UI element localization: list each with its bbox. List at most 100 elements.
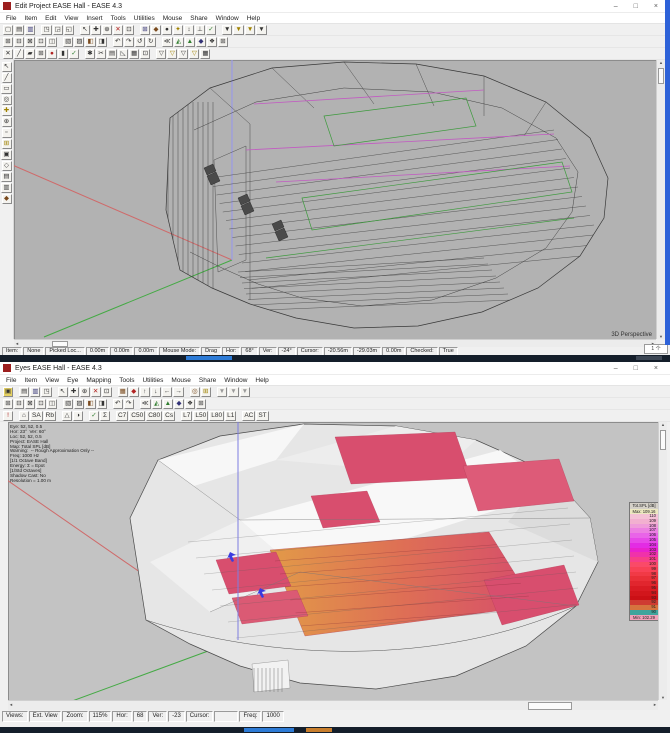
frame-icon[interactable]: ⊡: [102, 387, 112, 397]
scrollbar-thumb[interactable]: [660, 430, 666, 450]
fast-render-icon[interactable]: ≪: [162, 37, 173, 47]
minimize-button[interactable]: –: [614, 0, 618, 13]
l1-button[interactable]: L1: [225, 411, 236, 421]
menu-insert[interactable]: Insert: [82, 15, 106, 22]
menu-help[interactable]: Help: [251, 377, 272, 384]
scroll-down-icon[interactable]: ▼: [659, 695, 667, 700]
ac-button[interactable]: AC: [242, 411, 255, 421]
sheet-icon[interactable]: ▤: [107, 49, 117, 59]
scroll-up-icon[interactable]: ▲: [659, 60, 663, 65]
filter-plain-icon[interactable]: ▼: [256, 25, 266, 35]
vertical-scrollbar[interactable]: ▲ ▼: [656, 60, 665, 339]
filter-grid-icon[interactable]: ▦: [200, 49, 210, 59]
menu-share[interactable]: Share: [195, 377, 220, 384]
title-bar[interactable]: Eyes EASE Hall - EASE 4.3 – □ ×: [0, 362, 670, 375]
dot-tool-icon[interactable]: ▫: [2, 128, 12, 138]
tools-icon[interactable]: ✱: [85, 49, 95, 59]
filter-b-icon[interactable]: ▽: [167, 49, 177, 59]
snap-icon[interactable]: ⊞: [36, 49, 46, 59]
draw-line-icon[interactable]: ╱: [14, 49, 24, 59]
menu-window[interactable]: Window: [220, 377, 251, 384]
zoom-out-icon[interactable]: ⊟: [14, 37, 24, 47]
menu-view[interactable]: View: [41, 377, 63, 384]
menu-edit[interactable]: Edit: [41, 15, 60, 22]
split-view-icon[interactable]: ◫: [47, 37, 57, 47]
close-button[interactable]: ×: [654, 362, 658, 375]
hidden-line-icon[interactable]: ▨: [74, 37, 84, 47]
l7-button[interactable]: L7: [181, 411, 192, 421]
menu-item[interactable]: Item: [20, 377, 41, 384]
grid-tool-icon[interactable]: ⊞: [2, 139, 12, 149]
filter-gold-icon[interactable]: ▼: [233, 25, 243, 35]
listener-icon[interactable]: ●: [162, 25, 172, 35]
mouse-mode-icon[interactable]: ✕: [3, 49, 13, 59]
menu-file[interactable]: File: [2, 377, 20, 384]
menu-mapping[interactable]: Mapping: [82, 377, 115, 384]
draw-face-icon[interactable]: ▰: [25, 49, 35, 59]
up-icon[interactable]: ↑: [140, 387, 150, 397]
menu-mouse[interactable]: Mouse: [167, 377, 195, 384]
box-tool-icon[interactable]: ▣: [1, 150, 11, 160]
save-icon[interactable]: ▥: [30, 387, 40, 397]
minimize-button[interactable]: –: [614, 362, 618, 375]
wireframe-icon[interactable]: ▧: [63, 399, 73, 409]
menu-utilities[interactable]: Utilities: [130, 15, 159, 22]
filter-dark-icon[interactable]: ▼: [222, 25, 232, 35]
check-button[interactable]: ✓: [89, 411, 99, 421]
vertical-scrollbar[interactable]: ▲ ▼: [658, 422, 667, 700]
right-icon[interactable]: →: [173, 387, 184, 397]
menu-tools[interactable]: Tools: [115, 377, 138, 384]
check-data-icon[interactable]: ✓: [206, 25, 216, 35]
alert-button[interactable]: !: [3, 411, 13, 421]
scrollbar-thumb[interactable]: [658, 68, 664, 84]
target-icon[interactable]: ◎: [190, 387, 200, 397]
line-tool-icon[interactable]: ╱: [2, 73, 12, 83]
zoom-in-icon[interactable]: ⊞: [3, 37, 13, 47]
vertex-tool-icon[interactable]: ⊕: [2, 117, 12, 127]
menu-share[interactable]: Share: [186, 15, 211, 22]
palette-icon[interactable]: ⊞: [201, 387, 211, 397]
filter-c-icon[interactable]: ▽: [178, 49, 188, 59]
face-tool-icon[interactable]: ▭: [1, 84, 11, 94]
zoom-all-icon[interactable]: ⊡: [36, 399, 46, 409]
scroll-up-icon[interactable]: ▲: [661, 422, 665, 427]
tent-icon[interactable]: ▲: [185, 37, 195, 47]
open-icon[interactable]: ▤: [14, 25, 24, 35]
render-icon[interactable]: ▣: [3, 387, 13, 397]
scroll-right-icon[interactable]: ►: [653, 702, 657, 707]
cluster-icon[interactable]: ❖: [207, 37, 217, 47]
mesh-icon[interactable]: ▦: [129, 49, 139, 59]
zoom-all-icon[interactable]: ⊡: [36, 37, 46, 47]
delete-icon[interactable]: ✕: [113, 25, 123, 35]
prism-icon[interactable]: ◭: [174, 37, 184, 47]
orbit-icon[interactable]: ↷: [124, 399, 134, 409]
filter-2-icon[interactable]: ▼: [228, 387, 238, 397]
shade-icon[interactable]: ◨: [97, 37, 107, 47]
delta-button[interactable]: △: [62, 411, 72, 421]
scroll-left-icon[interactable]: ◄: [15, 341, 19, 346]
hidden-line-icon[interactable]: ▨: [74, 399, 84, 409]
object-icon[interactable]: ◆: [196, 37, 206, 47]
c80-button[interactable]: C80: [146, 411, 162, 421]
left-icon[interactable]: ←: [162, 387, 173, 397]
walker-icon[interactable]: ⊕: [80, 387, 90, 397]
stack-tool-icon[interactable]: ▥: [1, 183, 11, 193]
new-icon[interactable]: ▢: [3, 25, 13, 35]
zoom-window-icon[interactable]: ⊠: [25, 399, 35, 409]
object-icon[interactable]: ◆: [174, 399, 184, 409]
shade-icon[interactable]: ◨: [97, 399, 107, 409]
l80-button[interactable]: L80: [209, 411, 224, 421]
c7-button[interactable]: C7: [116, 411, 128, 421]
filter-a-icon[interactable]: ▽: [156, 49, 166, 59]
redo-icon[interactable]: ↷: [124, 37, 134, 47]
grid-icon[interactable]: ⊞: [196, 399, 206, 409]
measure-icon[interactable]: ↕: [184, 25, 194, 35]
grid-icon[interactable]: ⊞: [218, 37, 228, 47]
block-icon[interactable]: ⊡: [140, 49, 150, 59]
zoom-in-icon[interactable]: ⊞: [3, 399, 13, 409]
direct-sound-button[interactable]: ⌂: [19, 411, 29, 421]
fast-render-icon[interactable]: ≪: [140, 399, 151, 409]
time-button[interactable]: ◑: [73, 411, 83, 421]
frame-icon[interactable]: ⊡: [124, 25, 134, 35]
eyes-3d-view[interactable]: Eye: 52, 52, 0.5Hor: 23° Ver: 60°Loc: 52…: [8, 422, 658, 700]
